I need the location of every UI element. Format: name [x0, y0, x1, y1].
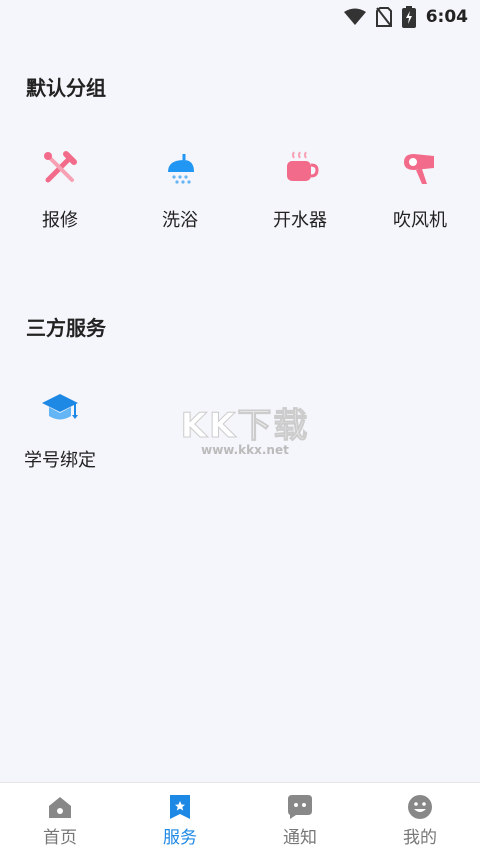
nav-label: 通知: [283, 828, 317, 848]
section-title-default: 默认分组: [26, 76, 106, 100]
default-group-grid: 报修 洗浴 开水器 吹风机: [0, 148, 480, 258]
hair-dryer-icon: [404, 154, 434, 184]
section-title-third-party: 三方服务: [26, 316, 106, 340]
watermark-brand: KK下载: [180, 406, 310, 447]
bottom-navigation: 首页 服务 通知 我的: [0, 782, 480, 853]
shower-icon: [168, 154, 194, 184]
battery-charging-icon: [401, 6, 416, 28]
nav-label: 服务: [163, 828, 197, 848]
nav-label: 我的: [403, 828, 437, 848]
service-label: 学号绑定: [24, 450, 96, 471]
chat-bubble-icon: [288, 795, 312, 819]
service-water-boiler[interactable]: 开水器: [240, 148, 360, 232]
status-time: 6:04: [425, 7, 468, 27]
repair-tools-icon: [44, 151, 77, 183]
home-icon: [49, 797, 71, 818]
water-boiler-icon: [287, 151, 319, 181]
nav-item-service[interactable]: 服务: [120, 783, 240, 853]
service-label: 报修: [42, 210, 78, 231]
service-label: 洗浴: [162, 210, 198, 231]
smiley-user-icon: [408, 795, 432, 819]
nav-item-notifications[interactable]: 通知: [240, 783, 360, 853]
watermark: KK下载 www.kkx.net: [180, 398, 310, 458]
service-label: 开水器: [273, 210, 327, 231]
nav-label: 首页: [43, 828, 77, 848]
service-shower[interactable]: 洗浴: [120, 148, 240, 232]
service-student-id-binding[interactable]: 学号绑定: [0, 388, 120, 472]
nav-item-home[interactable]: 首页: [0, 783, 120, 853]
service-label: 吹风机: [393, 210, 447, 231]
no-sim-icon: [375, 7, 392, 27]
service-repair[interactable]: 报修: [0, 148, 120, 232]
wifi-icon: [343, 8, 366, 25]
nav-item-profile[interactable]: 我的: [360, 783, 480, 853]
graduation-cap-icon: [42, 394, 78, 420]
service-bookmark-icon: [170, 795, 190, 819]
service-hair-dryer[interactable]: 吹风机: [360, 148, 480, 232]
status-bar: 6:04: [0, 0, 480, 34]
